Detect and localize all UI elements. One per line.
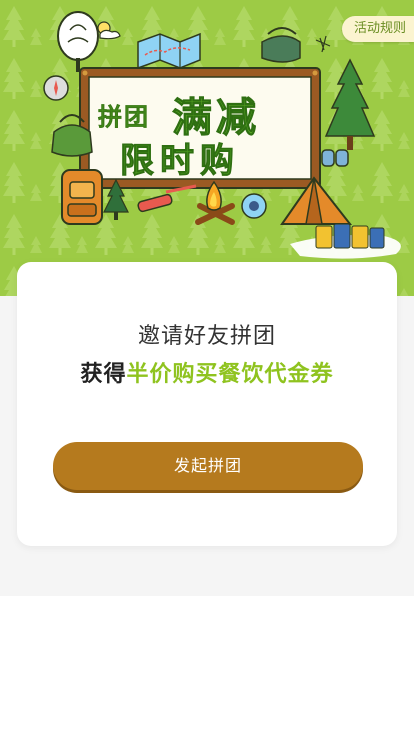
folded-map (137, 32, 201, 70)
promo-banner: 拼团 满减 限时购 活动规则 (0, 0, 414, 296)
start-group-buy-button[interactable]: 发起拼团 (53, 442, 363, 490)
activity-rules-button[interactable]: 活动规则 (341, 16, 414, 42)
invite-text: 邀请好友拼团 (137, 324, 276, 349)
reward-prefix: 获得 (80, 362, 127, 387)
reward-text: 获得半价购买餐饮代金券 (17, 356, 397, 388)
backpack (61, 169, 103, 225)
reward-highlight: 半价购买餐饮代金券 (126, 362, 334, 387)
gas-stove (241, 193, 267, 219)
invite-card: 邀请好友拼团 获得半价购买餐饮代金券 发起拼团 (17, 262, 397, 546)
banner-subtitle: 限时购 (120, 141, 240, 182)
banner-title-small: 拼团 (98, 103, 150, 132)
compass (43, 75, 69, 101)
